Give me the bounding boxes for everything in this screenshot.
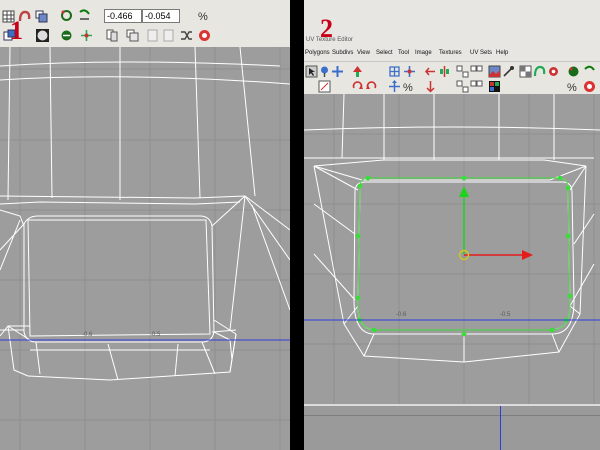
move-icon[interactable]: [388, 80, 401, 93]
rotate-cw-icon[interactable]: [351, 80, 364, 93]
color-icon[interactable]: [488, 80, 501, 93]
relax-icon[interactable]: [126, 29, 139, 42]
step-label-2: 2: [320, 14, 333, 43]
sew-icon[interactable]: [567, 65, 580, 78]
menu-uv-sets[interactable]: UV Sets: [470, 50, 492, 56]
unfold-icon[interactable]: [106, 29, 119, 42]
left-tick-label-2: -0.5: [150, 332, 161, 338]
stop-icon[interactable]: [198, 29, 211, 42]
left-tick-label-1: -0.6: [82, 332, 93, 338]
checker-icon[interactable]: [162, 29, 175, 42]
frame-icon[interactable]: [331, 65, 344, 78]
sew-icon[interactable]: [60, 29, 73, 42]
menu-subdivs[interactable]: Subdivs: [332, 50, 353, 56]
image-icon[interactable]: [488, 65, 501, 78]
uv-dist-icon[interactable]: [502, 65, 515, 78]
snap-icon[interactable]: [403, 65, 416, 78]
unfold-icon[interactable]: [456, 80, 469, 93]
right-uv-viewport[interactable]: -0.6 -0.5: [304, 94, 600, 404]
rotate-ccw-icon[interactable]: [365, 80, 378, 93]
right-bottom-pane: [304, 404, 600, 450]
v-coordinate-field[interactable]: -0.054: [142, 9, 180, 23]
pin-icon[interactable]: [318, 80, 331, 93]
move-left-icon[interactable]: [424, 65, 437, 78]
right-grid: [304, 94, 600, 404]
gear-icon[interactable]: [547, 65, 560, 78]
menu-select[interactable]: Select: [376, 50, 393, 56]
left-toolbar: -0.466 -0.054 %: [0, 0, 290, 47]
menu-polygons[interactable]: Polygons: [305, 50, 330, 56]
menu-tool[interactable]: Tool: [398, 50, 409, 56]
sphere-icon[interactable]: [36, 29, 49, 42]
magnet-icon[interactable]: [533, 65, 546, 78]
move-y-arrowhead[interactable]: [459, 186, 469, 197]
right-uv-editor-panel: -0.6 -0.5 UV Texture Editor 2 Polygons S…: [304, 0, 600, 450]
percent-icon[interactable]: %: [567, 80, 580, 93]
bottom-pane-divider: [304, 415, 600, 416]
percent-icon[interactable]: %: [403, 80, 416, 93]
stop-icon[interactable]: [583, 80, 596, 93]
shuffle-icon[interactable]: [180, 29, 193, 42]
move-icon[interactable]: [80, 29, 93, 42]
move-x-arrowhead[interactable]: [522, 250, 533, 260]
checker-icon[interactable]: [519, 65, 532, 78]
flip-icon[interactable]: [438, 65, 451, 78]
menu-textures[interactable]: Textures: [439, 50, 462, 56]
flip-icon[interactable]: [78, 9, 91, 22]
menu-image[interactable]: Image: [415, 50, 432, 56]
cut-icon[interactable]: [470, 65, 483, 78]
grid-icon[interactable]: [388, 65, 401, 78]
layout-icon[interactable]: [456, 65, 469, 78]
menu-help[interactable]: Help: [496, 50, 508, 56]
rotate-icon[interactable]: [60, 9, 73, 22]
percent-icon[interactable]: %: [198, 9, 211, 22]
bottom-pane-v-axis-line: [500, 406, 501, 450]
arrow-down-icon[interactable]: [424, 80, 437, 93]
step-label-1: 1: [10, 16, 23, 45]
rotate-icon[interactable]: [583, 65, 596, 78]
svg-text:%: %: [403, 82, 413, 93]
relax-icon[interactable]: [470, 80, 483, 93]
u-coordinate-field[interactable]: -0.466: [104, 9, 142, 23]
arrow-up-icon[interactable]: [351, 65, 364, 78]
right-tick-label-1: -0.6: [396, 312, 407, 318]
copy-icon[interactable]: [35, 10, 48, 23]
svg-text:%: %: [567, 82, 577, 93]
menu-view[interactable]: View: [357, 50, 370, 56]
pin-icon[interactable]: [318, 65, 331, 78]
left-uv-viewport[interactable]: -0.6 -0.5: [0, 0, 290, 450]
title-bar: UV Texture Editor: [304, 0, 600, 48]
panel-divider: [290, 0, 304, 450]
left-uv-editor-panel: -0.6 -0.5 -0.466 -0.054 % 1: [0, 0, 290, 450]
right-tick-label-2: -0.5: [500, 312, 511, 318]
snapshot-icon[interactable]: [146, 29, 159, 42]
menu-bar: Polygons Subdivs View Select Tool Image …: [304, 48, 600, 62]
right-toolbar: % %: [304, 62, 600, 94]
move-manipulator[interactable]: [458, 186, 533, 261]
select-icon[interactable]: [305, 65, 318, 78]
left-uv-wireframe: [0, 46, 290, 381]
svg-text:%: %: [198, 11, 208, 22]
